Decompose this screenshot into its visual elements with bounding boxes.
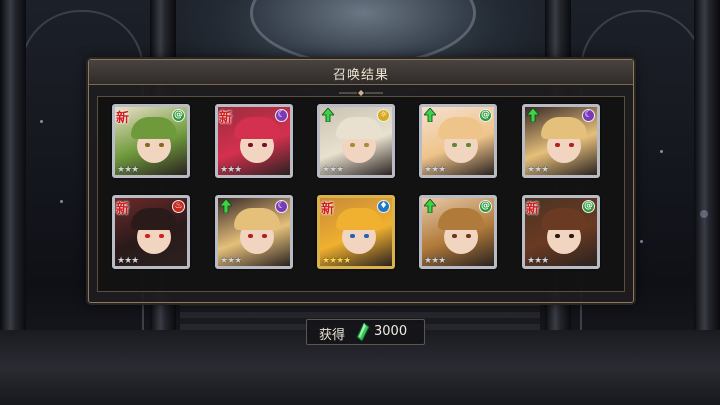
character-hair: [234, 117, 280, 139]
character-eye: [145, 234, 150, 238]
summon-card[interactable]: @ ★★★: [419, 195, 497, 269]
character-hair: [541, 208, 587, 230]
summon-card[interactable]: 新 ♦ ★★★★: [317, 195, 395, 269]
crescent-moon-icon: ☾: [582, 109, 595, 122]
new-badge: 新: [321, 202, 335, 217]
rarity-stars: ★★★: [527, 256, 549, 266]
rarity-stars: ★★★: [424, 256, 446, 266]
character-eye: [159, 234, 164, 238]
upgrade-arrow-icon: [527, 108, 539, 122]
rarity-stars: ★★★: [220, 256, 242, 266]
rarity-stars: ★★★: [117, 165, 139, 175]
character-eye: [262, 234, 267, 238]
panel-title-bar: 召唤结果: [89, 60, 633, 85]
star: [660, 150, 663, 153]
summon-card[interactable]: 新 ♨ ★★★: [112, 195, 190, 269]
sun-icon: ☼: [377, 109, 390, 122]
character-eye: [555, 143, 560, 147]
panel-title: 召唤结果: [332, 68, 389, 83]
character-eye: [569, 143, 574, 147]
character-eye: [555, 234, 560, 238]
character-eye: [466, 234, 471, 238]
character-eye: [350, 234, 355, 238]
character-eye: [248, 143, 253, 147]
new-badge: 新: [116, 111, 130, 126]
star: [700, 210, 708, 218]
summon-card[interactable]: 新 @ ★★★: [522, 195, 600, 269]
character-eye: [364, 234, 369, 238]
upgrade-arrow-icon: [424, 199, 436, 213]
summon-card[interactable]: ☾ ★★★: [215, 195, 293, 269]
spiral-icon: @: [582, 200, 595, 213]
flame-icon: ♨: [172, 200, 185, 213]
upgrade-arrow-icon: [322, 108, 334, 122]
new-badge: 新: [526, 202, 540, 217]
rarity-stars: ★★★: [117, 256, 139, 266]
character-eye: [452, 143, 457, 147]
rarity-stars: ★★★: [527, 165, 549, 175]
upgrade-arrow-icon: [220, 199, 232, 213]
character-eye: [159, 143, 164, 147]
crescent-moon-icon: ☾: [275, 109, 288, 122]
rarity-stars: ★★★: [322, 165, 344, 175]
character-hair: [438, 117, 484, 139]
summon-result-panel: 召唤结果 新 @ ★★★ 新 ☾ ★★★ ☼ ★★★ @ ★★★ ☾ ★★★ 新 ♨ ★★★ ☾ ★★★ 新 ♦ ★★…: [88, 59, 634, 303]
character-hair: [131, 117, 177, 139]
reward-bar: 获得 3000: [306, 319, 425, 345]
character-hair: [131, 208, 177, 230]
star: [40, 120, 43, 123]
character-hair: [541, 117, 587, 139]
summon-card[interactable]: ☼ ★★★: [317, 104, 395, 178]
character-eye: [569, 234, 574, 238]
summon-card[interactable]: @ ★★★: [419, 104, 497, 178]
card-grid: 新 @ ★★★ 新 ☾ ★★★ ☼ ★★★ @ ★★★ ☾ ★★★ 新 ♨ ★★★ ☾ ★★★ 新 ♦ ★★★★ @ ★★…: [97, 96, 625, 292]
character-eye: [145, 143, 150, 147]
character-hair: [438, 208, 484, 230]
summon-card[interactable]: 新 @ ★★★: [112, 104, 190, 178]
upgrade-arrow-icon: [424, 108, 436, 122]
reward-amount: 3000: [374, 324, 408, 339]
star: [640, 240, 643, 243]
character-eye: [262, 143, 267, 147]
rarity-stars: ★★★: [424, 165, 446, 175]
character-hair: [336, 117, 382, 139]
character-eye: [452, 234, 457, 238]
reward-label: 获得: [319, 328, 346, 343]
character-eye: [466, 143, 471, 147]
rarity-stars: ★★★: [220, 165, 242, 175]
character-hair: [336, 208, 382, 230]
spiral-icon: @: [172, 109, 185, 122]
character-eye: [350, 143, 355, 147]
water-drop-icon: ♦: [377, 200, 390, 213]
ceiling-dome: [250, 0, 476, 66]
new-badge: 新: [116, 202, 130, 217]
rarity-stars: ★★★★: [322, 256, 351, 266]
character-hair: [234, 208, 280, 230]
green-crystal-icon: [356, 323, 370, 341]
summon-card[interactable]: ☾ ★★★: [522, 104, 600, 178]
crescent-moon-icon: ☾: [275, 200, 288, 213]
star: [60, 200, 63, 203]
spiral-icon: @: [479, 200, 492, 213]
character-eye: [248, 234, 253, 238]
spiral-icon: @: [479, 109, 492, 122]
summon-card[interactable]: 新 ☾ ★★★: [215, 104, 293, 178]
character-eye: [364, 143, 369, 147]
new-badge: 新: [219, 111, 233, 126]
